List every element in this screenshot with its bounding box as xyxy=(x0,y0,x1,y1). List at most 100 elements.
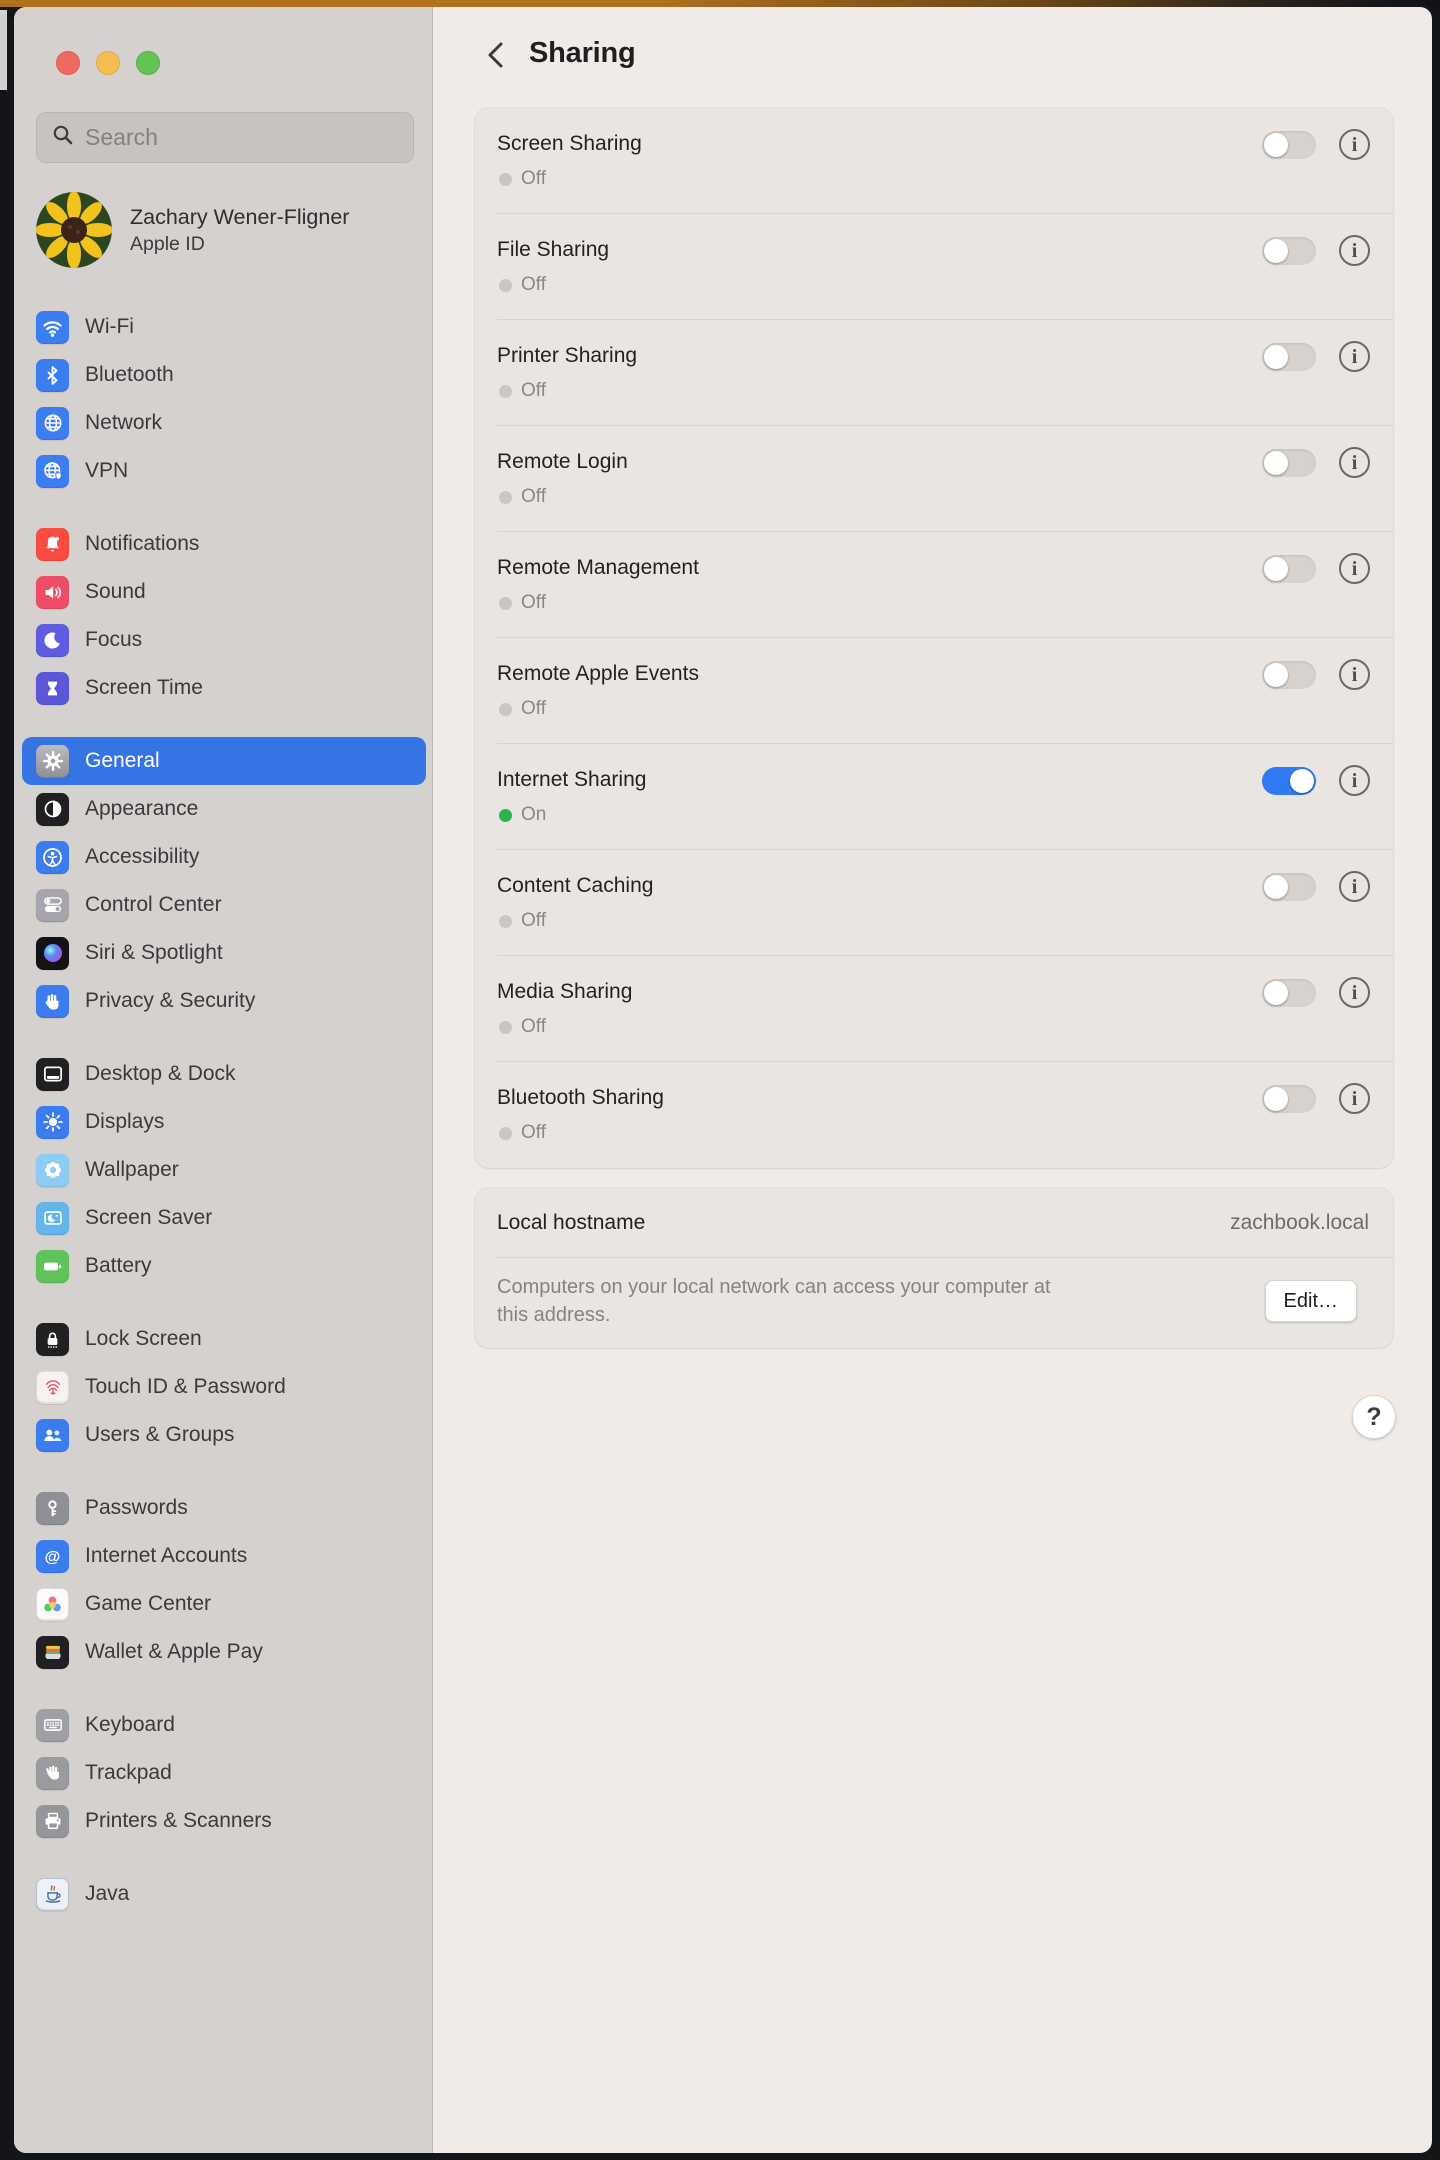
bluetooth-sharing-info-button[interactable]: i xyxy=(1339,1083,1370,1114)
sharing-row-status: Off xyxy=(499,592,546,614)
apple-id-profile[interactable]: Zachary Wener-Fligner Apple ID xyxy=(36,192,416,268)
sidebar-item-passwords[interactable]: Passwords xyxy=(22,1484,426,1532)
sidebar-item-lock-screen[interactable]: Lock Screen xyxy=(22,1315,426,1363)
keyboard-icon xyxy=(36,1709,69,1742)
sidebar-item-label: Bluetooth xyxy=(85,363,174,387)
sidebar-item-sound[interactable]: Sound xyxy=(22,568,426,616)
status-dot xyxy=(499,703,512,716)
remote-login-toggle[interactable] xyxy=(1262,449,1316,477)
close-button[interactable] xyxy=(56,51,80,75)
status-dot xyxy=(499,173,512,186)
status-text: Off xyxy=(521,910,546,932)
sidebar-item-vpn[interactable]: VPN xyxy=(22,447,426,495)
sidebar-item-java[interactable]: Java xyxy=(22,1870,426,1918)
sidebar-item-printers-scanners[interactable]: Printers & Scanners xyxy=(22,1797,426,1845)
sidebar-item-keyboard[interactable]: Keyboard xyxy=(22,1701,426,1749)
toggle-knob xyxy=(1264,663,1288,687)
screen-sharing-info-button[interactable]: i xyxy=(1339,129,1370,160)
lock-icon xyxy=(36,1323,69,1356)
toggle-knob xyxy=(1264,1087,1288,1111)
zoom-button[interactable] xyxy=(136,51,160,75)
bluetooth-sharing-toggle[interactable] xyxy=(1262,1085,1316,1113)
help-button[interactable]: ? xyxy=(1352,1395,1396,1439)
status-dot xyxy=(499,491,512,504)
sidebar-item-screen-saver[interactable]: Screen Saver xyxy=(22,1194,426,1242)
sidebar-item-touch-id-password[interactable]: Touch ID & Password xyxy=(22,1363,426,1411)
remote-apple-events-toggle[interactable] xyxy=(1262,661,1316,689)
sidebar-item-game-center[interactable]: Game Center xyxy=(22,1580,426,1628)
sidebar-group: Lock ScreenTouch ID & PasswordUsers & Gr… xyxy=(14,1315,433,1459)
sharing-row-status: Off xyxy=(499,1122,546,1144)
media-sharing-toggle[interactable] xyxy=(1262,979,1316,1007)
screen-sharing-toggle[interactable] xyxy=(1262,131,1316,159)
sidebar-item-users-groups[interactable]: Users & Groups xyxy=(22,1411,426,1459)
internet-sharing-toggle[interactable] xyxy=(1262,767,1316,795)
sidebar-item-wallpaper[interactable]: Wallpaper xyxy=(22,1146,426,1194)
sidebar-item-screen-time[interactable]: Screen Time xyxy=(22,664,426,712)
sidebar-item-network[interactable]: Network xyxy=(22,399,426,447)
search-input[interactable]: Search xyxy=(36,112,414,163)
printer-sharing-toggle[interactable] xyxy=(1262,343,1316,371)
sidebar: Search xyxy=(14,7,433,2153)
status-text: Off xyxy=(521,168,546,190)
toggle-knob xyxy=(1264,451,1288,475)
sidebar-item-siri-spotlight[interactable]: Siri & Spotlight xyxy=(22,929,426,977)
sidebar-item-label: Passwords xyxy=(85,1496,188,1520)
desktop-wallpaper-strip xyxy=(0,0,1440,7)
hourglass-icon xyxy=(36,672,69,705)
toggle-knob xyxy=(1264,981,1288,1005)
sidebar-item-appearance[interactable]: Appearance xyxy=(22,785,426,833)
remote-management-info-button[interactable]: i xyxy=(1339,553,1370,584)
content-caching-toggle[interactable] xyxy=(1262,873,1316,901)
status-dot xyxy=(499,1127,512,1140)
file-sharing-toggle[interactable] xyxy=(1262,237,1316,265)
local-hostname-card: Local hostname zachbook.local Computers … xyxy=(475,1188,1393,1348)
sidebar-item-wi-fi[interactable]: Wi-Fi xyxy=(22,303,426,351)
edit-hostname-button[interactable]: Edit… xyxy=(1265,1280,1357,1322)
printer-sharing-info-button[interactable]: i xyxy=(1339,341,1370,372)
sidebar-item-accessibility[interactable]: Accessibility xyxy=(22,833,426,881)
desktop-dock-icon xyxy=(36,1058,69,1091)
speaker-icon xyxy=(36,576,69,609)
sidebar-group: Desktop & DockDisplaysWallpaperScreen Sa… xyxy=(14,1050,433,1290)
sharing-row-bluetooth-sharing: Bluetooth SharingOffi xyxy=(475,1062,1393,1168)
local-hostname-row: Local hostname zachbook.local xyxy=(475,1188,1393,1258)
sidebar-item-label: Printers & Scanners xyxy=(85,1809,272,1833)
remote-login-info-button[interactable]: i xyxy=(1339,447,1370,478)
status-dot xyxy=(499,809,512,822)
sidebar-item-bluetooth[interactable]: Bluetooth xyxy=(22,351,426,399)
sidebar-group: General AppearanceAccessibility Control Ce… xyxy=(14,737,433,1025)
sidebar-item-displays[interactable]: Displays xyxy=(22,1098,426,1146)
content-caching-info-button[interactable]: i xyxy=(1339,871,1370,902)
back-button[interactable] xyxy=(483,40,509,72)
minimize-button[interactable] xyxy=(96,51,120,75)
sharing-row-remote-login: Remote LoginOffi xyxy=(475,426,1393,532)
remote-management-toggle[interactable] xyxy=(1262,555,1316,583)
sidebar-item-label: General xyxy=(85,749,160,773)
status-text: Off xyxy=(521,1122,546,1144)
sharing-row-title: Remote Apple Events xyxy=(497,662,699,686)
profile-subtitle: Apple ID xyxy=(130,231,349,257)
sidebar-item-desktop-dock[interactable]: Desktop & Dock xyxy=(22,1050,426,1098)
sidebar-item-privacy-security[interactable]: Privacy & Security xyxy=(22,977,426,1025)
sidebar-item-trackpad[interactable]: Trackpad xyxy=(22,1749,426,1797)
internet-sharing-info-button[interactable]: i xyxy=(1339,765,1370,796)
sidebar-item-label: Control Center xyxy=(85,893,222,917)
sidebar-item-internet-accounts[interactable]: @Internet Accounts xyxy=(22,1532,426,1580)
media-sharing-info-button[interactable]: i xyxy=(1339,977,1370,1008)
file-sharing-info-button[interactable]: i xyxy=(1339,235,1370,266)
sidebar-item-wallet-apple-pay[interactable]: Wallet & Apple Pay xyxy=(22,1628,426,1676)
sidebar-item-general[interactable]: General xyxy=(22,737,426,785)
java-icon xyxy=(36,1878,69,1911)
sidebar-item-focus[interactable]: Focus xyxy=(22,616,426,664)
local-hostname-description: Computers on your local network can acce… xyxy=(497,1273,1051,1329)
sidebar-group: Wi-Fi Bluetooth NetworkVPN xyxy=(14,303,433,495)
sidebar-item-notifications[interactable]: Notifications xyxy=(22,520,426,568)
sidebar-item-control-center[interactable]: Control Center xyxy=(22,881,426,929)
sidebar-item-label: Wi-Fi xyxy=(85,315,134,339)
sharing-row-title: Printer Sharing xyxy=(497,344,637,368)
sharing-row-title: Remote Management xyxy=(497,556,699,580)
sun-icon xyxy=(36,1106,69,1139)
sidebar-item-battery[interactable]: Battery xyxy=(22,1242,426,1290)
remote-apple-events-info-button[interactable]: i xyxy=(1339,659,1370,690)
